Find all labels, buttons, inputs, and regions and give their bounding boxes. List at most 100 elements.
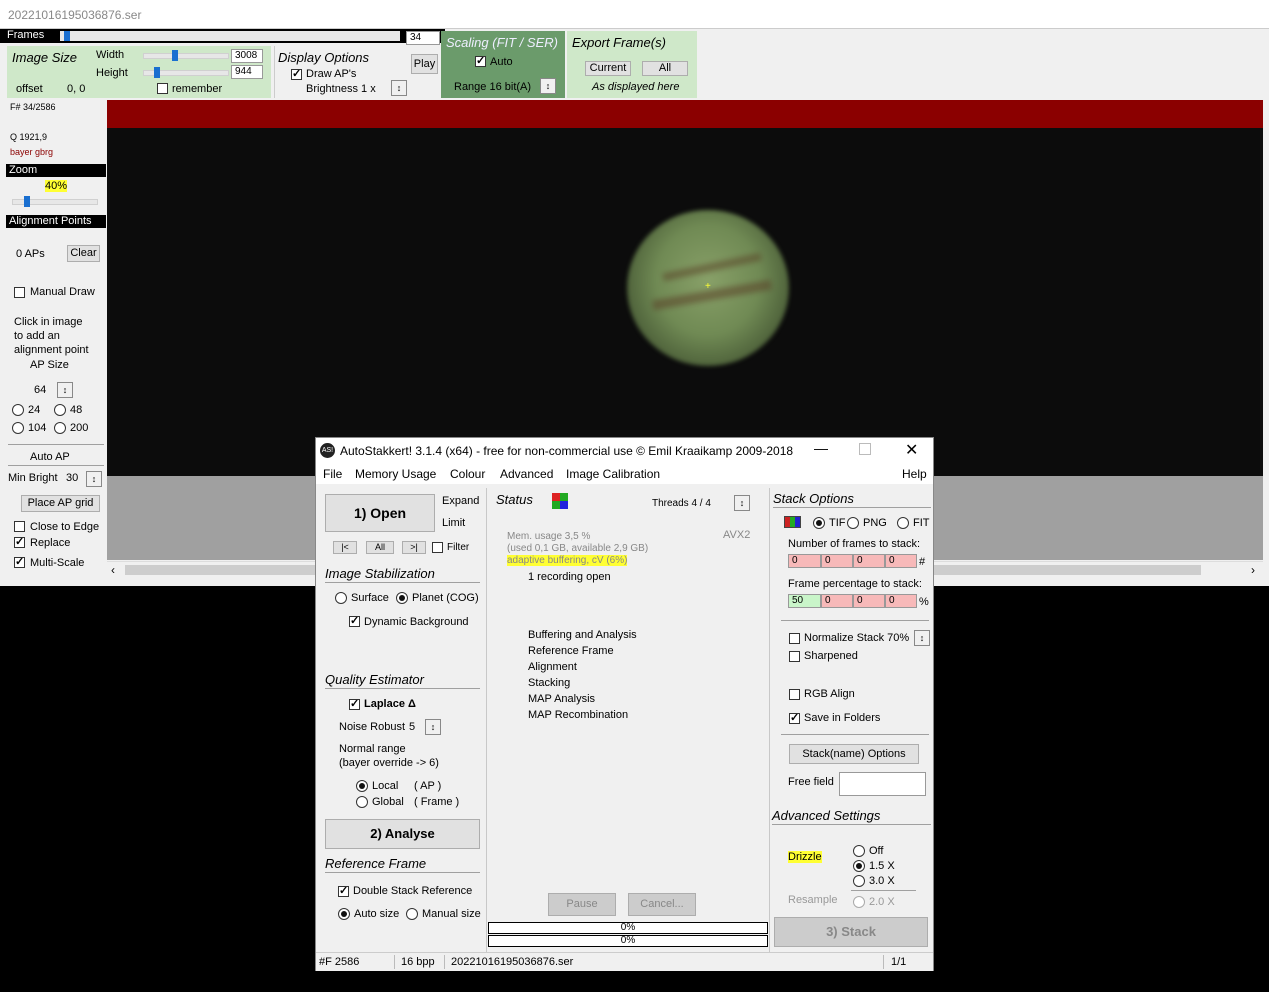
ap-size-spinner[interactable]: ↕ <box>57 382 73 398</box>
noise-robust-spinner[interactable]: ↕ <box>425 719 441 735</box>
rgb-align-checkbox[interactable] <box>789 689 800 700</box>
export-current-button[interactable]: Current <box>585 61 631 76</box>
tif-radio[interactable] <box>813 517 825 529</box>
fit-radio[interactable] <box>897 517 909 529</box>
normalize-checkbox[interactable] <box>789 633 800 644</box>
png-radio[interactable] <box>847 517 859 529</box>
free-field-input[interactable] <box>839 772 926 796</box>
export-all-button[interactable]: All <box>642 61 688 76</box>
height-field[interactable]: 944 <box>231 65 263 79</box>
center-marker-icon: + <box>705 281 711 292</box>
close-to-edge-checkbox[interactable] <box>14 521 25 532</box>
width-slider[interactable] <box>143 53 229 59</box>
global-radio[interactable] <box>356 796 368 808</box>
frames-to-stack-field-4[interactable]: 0 <box>885 554 917 568</box>
percent-field-4[interactable]: 0 <box>885 594 917 608</box>
close-icon[interactable]: ✕ <box>905 440 918 460</box>
draw-aps-checkbox[interactable] <box>291 67 302 81</box>
drizzle-off-radio[interactable] <box>853 845 865 857</box>
drizzle-1-5x-radio[interactable] <box>853 860 865 872</box>
sharpened-checkbox[interactable] <box>789 651 800 662</box>
last-frame-button[interactable]: >| <box>402 541 426 554</box>
percent-field-3[interactable]: 0 <box>853 594 885 608</box>
laplace-label: Laplace Δ <box>364 698 416 710</box>
percent-field-1[interactable]: 50 <box>788 594 821 608</box>
double-stack-checkbox[interactable] <box>338 884 349 898</box>
local-radio[interactable] <box>356 780 368 792</box>
manual-size-radio[interactable] <box>406 908 418 920</box>
filter-checkbox[interactable] <box>432 542 443 553</box>
replace-label: Replace <box>30 537 71 549</box>
replace-checkbox[interactable] <box>14 535 25 549</box>
planet-radio[interactable] <box>396 592 408 604</box>
stackname-options-button[interactable]: Stack(name) Options <box>789 744 919 764</box>
quality-separator <box>325 688 480 689</box>
save-folders-checkbox[interactable] <box>789 711 800 725</box>
auto-scaling-checkbox[interactable] <box>475 54 486 68</box>
place-ap-grid-button[interactable]: Place AP grid <box>21 495 100 512</box>
clear-aps-button[interactable]: Clear <box>67 245 100 262</box>
surface-radio[interactable] <box>335 592 347 604</box>
multi-scale-checkbox[interactable] <box>14 555 25 569</box>
manual-draw-checkbox[interactable] <box>14 287 25 298</box>
resample-2x-radio[interactable] <box>853 896 865 908</box>
scroll-right-icon[interactable]: › <box>1251 563 1255 577</box>
normalize-spinner[interactable]: ↕ <box>914 630 930 646</box>
dynamic-background-checkbox[interactable] <box>349 614 360 628</box>
frames-to-stack-field-3[interactable]: 0 <box>853 554 885 568</box>
column-divider-left <box>486 488 487 958</box>
width-field[interactable]: 3008 <box>231 49 263 63</box>
remember-checkbox[interactable] <box>157 83 168 94</box>
frame-info: F# 34/2586 <box>10 102 56 112</box>
stack-button[interactable]: 3) Stack <box>774 917 928 947</box>
ap-size-24-radio[interactable] <box>12 404 24 416</box>
threads-spinner[interactable]: ↕ <box>734 495 750 511</box>
menu-image-calibration[interactable]: Image Calibration <box>566 467 660 481</box>
draw-aps-label: Draw AP's <box>306 68 357 80</box>
cancel-button[interactable]: Cancel... <box>628 893 696 916</box>
frame-slider[interactable] <box>60 31 400 41</box>
dialog-titlebar: AS! AutoStakkert! 3.1.4 (x64) - free for… <box>316 438 933 464</box>
viewer-right-border <box>1263 100 1269 586</box>
maximize-icon[interactable] <box>859 443 871 455</box>
ap-size-200-radio[interactable] <box>54 422 66 434</box>
analyse-button[interactable]: 2) Analyse <box>325 819 480 849</box>
open-button[interactable]: 1) Open <box>325 494 435 532</box>
statusbar-divider-2 <box>444 955 445 969</box>
percent-field-2[interactable]: 0 <box>821 594 853 608</box>
image-canvas[interactable]: + <box>107 128 1263 476</box>
min-bright-spinner[interactable]: ↕ <box>86 471 102 487</box>
all-frames-button[interactable]: All <box>366 541 394 554</box>
scroll-left-icon[interactable]: ‹ <box>111 563 115 577</box>
menu-file[interactable]: File <box>323 467 342 481</box>
ap-size-104-radio[interactable] <box>12 422 24 434</box>
menu-colour[interactable]: Colour <box>450 467 485 481</box>
frames-to-stack-field-2[interactable]: 0 <box>821 554 853 568</box>
width-slider-thumb[interactable] <box>172 50 178 61</box>
auto-size-radio[interactable] <box>338 908 350 920</box>
sharpened-label: Sharpened <box>804 650 858 662</box>
drizzle-3x-radio[interactable] <box>853 875 865 887</box>
ap-size-104-label: 104 <box>28 422 47 434</box>
frame-number-field[interactable]: 34 <box>406 31 440 45</box>
menu-help[interactable]: Help <box>902 467 927 481</box>
menu-memory-usage[interactable]: Memory Usage <box>355 467 436 481</box>
statusbar-bpp: 16 bpp <box>401 956 435 968</box>
ap-size-48-radio[interactable] <box>54 404 66 416</box>
frame-slider-thumb[interactable] <box>64 31 70 41</box>
menu-advanced[interactable]: Advanced <box>500 467 553 481</box>
height-slider-thumb[interactable] <box>154 67 160 78</box>
export-note: As displayed here <box>592 81 680 93</box>
progress-1-label: 0% <box>620 922 636 933</box>
frames-to-stack-field-1[interactable]: 0 <box>788 554 821 568</box>
viewer-titlebar: 20221016195036876.ser <box>0 0 1269 29</box>
first-frame-button[interactable]: |< <box>333 541 357 554</box>
laplace-checkbox[interactable] <box>349 697 360 711</box>
range-spinner[interactable]: ↕ <box>540 78 556 94</box>
zoom-slider-thumb[interactable] <box>24 196 30 207</box>
pause-button[interactable]: Pause <box>548 893 616 916</box>
play-button[interactable]: Play <box>411 54 438 74</box>
width-label: Width <box>96 49 125 61</box>
minimize-icon[interactable]: — <box>814 440 828 456</box>
brightness-spinner[interactable]: ↕ <box>391 80 407 96</box>
